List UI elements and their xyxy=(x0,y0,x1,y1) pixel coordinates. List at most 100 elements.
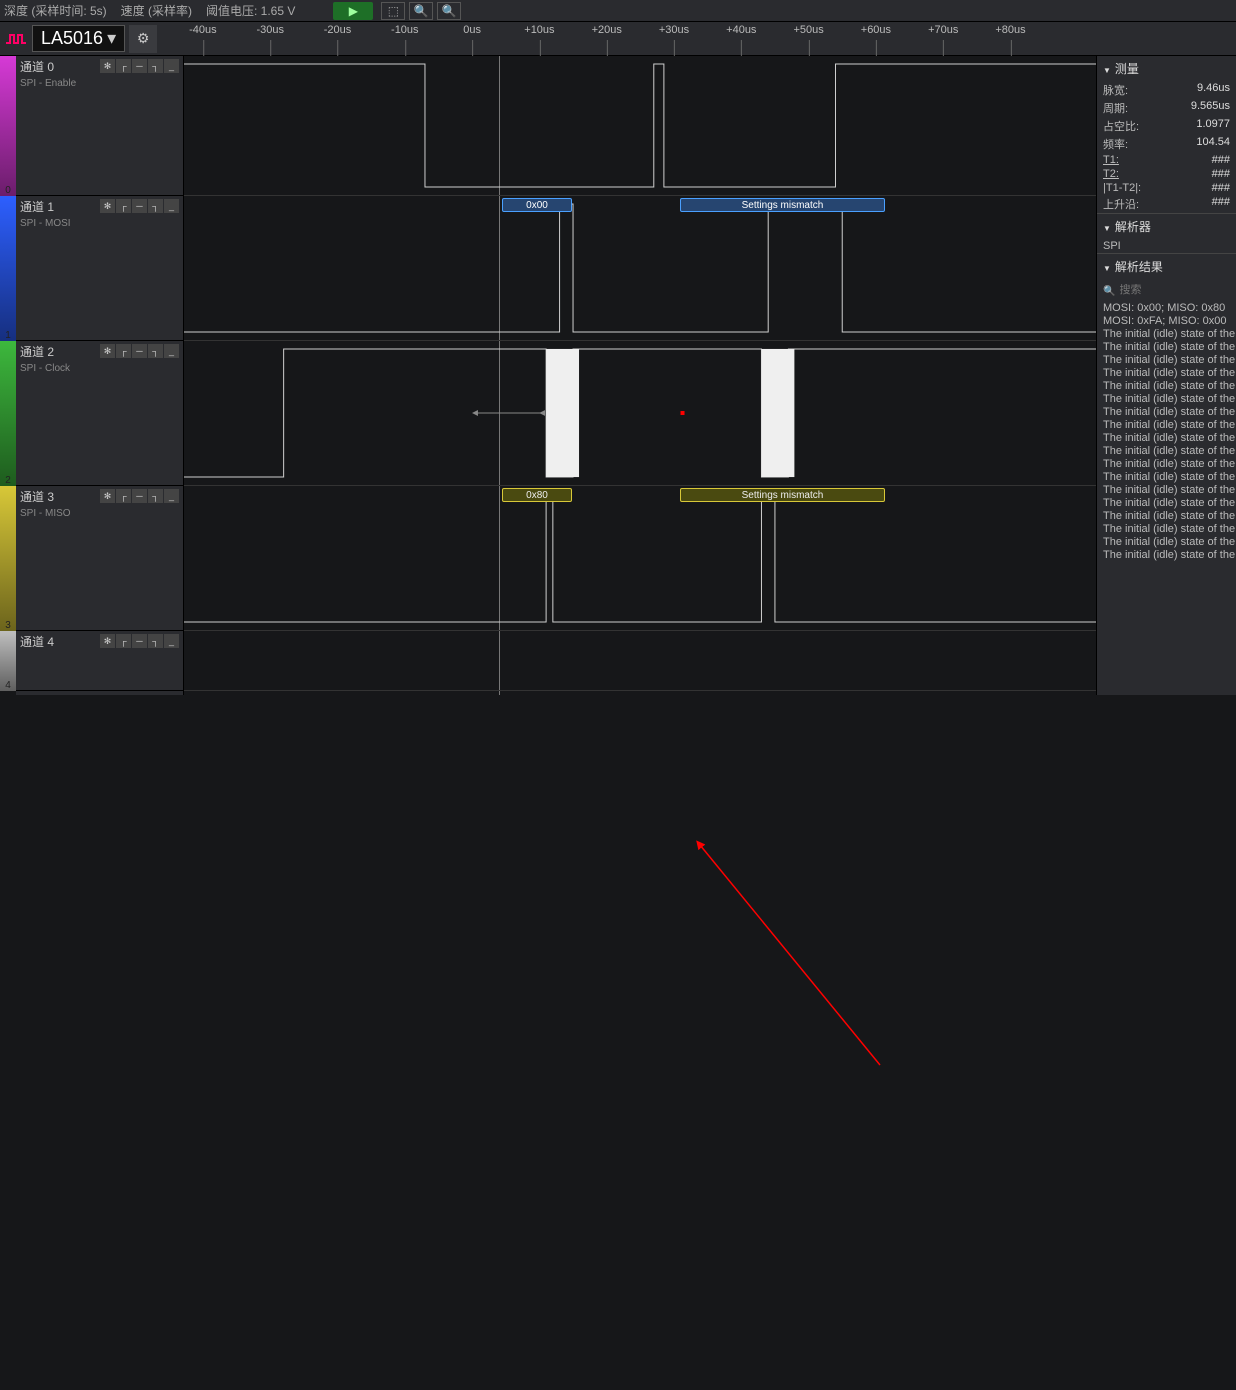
ruler-tick: -10us xyxy=(391,24,419,36)
trigger-low-button[interactable]: _ xyxy=(164,199,179,213)
measure-row[interactable]: T2:### xyxy=(1097,167,1236,181)
trigger-falling-button[interactable]: ┐ xyxy=(148,344,163,358)
result-line[interactable]: The initial (idle) state of the xyxy=(1103,354,1230,366)
trigger-high-button[interactable]: ─ xyxy=(132,59,147,73)
tool-zoom-out-button[interactable]: 🔍 xyxy=(437,2,461,20)
result-line[interactable]: The initial (idle) state of the xyxy=(1103,497,1230,509)
speed-field[interactable]: 速度 (采样率) xyxy=(121,2,192,19)
trigger-falling-button[interactable]: ┐ xyxy=(148,199,163,213)
results-header[interactable]: 解析结果 xyxy=(1097,254,1236,279)
result-line[interactable]: MOSI: 0x00; MISO: 0x80 xyxy=(1103,302,1230,314)
wave-row[interactable] xyxy=(184,631,1096,691)
protocol-label[interactable]: Settings mismatch xyxy=(680,198,885,212)
result-line[interactable]: The initial (idle) state of the xyxy=(1103,484,1230,496)
search-input[interactable] xyxy=(1119,284,1236,296)
trigger-low-button[interactable]: _ xyxy=(164,489,179,503)
wave-row[interactable] xyxy=(184,56,1096,196)
device-selector[interactable]: LA5016 xyxy=(32,25,125,52)
result-line[interactable]: The initial (idle) state of the xyxy=(1103,458,1230,470)
channel-settings-button[interactable]: ✻ xyxy=(100,199,115,213)
wave-row[interactable]: 0x00 Settings mismatch xyxy=(184,196,1096,341)
channel-sidebar: 通道 0 ✻ ┌ ─ ┐ _ SPI - Enable 通道 1 ✻ ┌ ─ ┐… xyxy=(16,56,184,695)
trigger-high-button[interactable]: ─ xyxy=(132,489,147,503)
trigger-falling-button[interactable]: ┐ xyxy=(148,59,163,73)
result-line[interactable]: The initial (idle) state of the xyxy=(1103,445,1230,457)
trigger-rising-button[interactable]: ┌ xyxy=(116,59,131,73)
depth-field[interactable]: 深度 (采样时间: 5s) xyxy=(4,2,107,19)
trigger-low-button[interactable]: _ xyxy=(164,59,179,73)
channel-settings-button[interactable]: ✻ xyxy=(100,489,115,503)
result-line[interactable]: The initial (idle) state of the xyxy=(1103,432,1230,444)
trigger-high-button[interactable]: ─ xyxy=(132,344,147,358)
measure-row[interactable]: 周期:9.565us xyxy=(1097,99,1236,117)
chevron-down-icon xyxy=(103,28,116,49)
measure-row[interactable]: |T1-T2|:### xyxy=(1097,181,1236,195)
protocol-label[interactable]: 0x00 xyxy=(502,198,572,212)
result-line[interactable]: The initial (idle) state of the xyxy=(1103,380,1230,392)
result-line[interactable]: The initial (idle) state of the xyxy=(1103,367,1230,379)
channel-settings-button[interactable]: ✻ xyxy=(100,344,115,358)
channel-name[interactable]: 通道 3 xyxy=(20,488,54,505)
time-ruler[interactable]: -40us-30us-20us-10us0us+10us+20us+30us+4… xyxy=(157,22,1236,56)
annotation-arrow xyxy=(0,695,1236,1390)
run-button[interactable] xyxy=(333,2,373,20)
trigger-rising-button[interactable]: ┌ xyxy=(116,634,131,648)
measure-section: 测量 脉宽:9.46us周期:9.565us占空比:1.0977频率:104.5… xyxy=(1097,56,1236,214)
wave-row[interactable]: 0x80 Settings mismatch xyxy=(184,486,1096,631)
trigger-rising-button[interactable]: ┌ xyxy=(116,344,131,358)
trigger-high-button[interactable]: ─ xyxy=(132,199,147,213)
result-line[interactable]: The initial (idle) state of the xyxy=(1103,406,1230,418)
result-line[interactable]: The initial (idle) state of the xyxy=(1103,341,1230,353)
channel-settings-button[interactable]: ✻ xyxy=(100,634,115,648)
ruler-tick: +60us xyxy=(861,24,891,36)
protocol-label[interactable]: Settings mismatch xyxy=(680,488,885,502)
tool-zoom-in-button[interactable]: 🔍 xyxy=(409,2,433,20)
analyzer-header[interactable]: 解析器 xyxy=(1097,214,1236,239)
channel-settings-button[interactable]: ✻ xyxy=(100,59,115,73)
ruler-tick: +70us xyxy=(928,24,958,36)
tool-select-button[interactable]: ⬚ xyxy=(381,2,405,20)
result-line[interactable]: The initial (idle) state of the xyxy=(1103,536,1230,548)
right-panel: 测量 脉宽:9.46us周期:9.565us占空比:1.0977频率:104.5… xyxy=(1096,56,1236,695)
ruler-tick: +20us xyxy=(592,24,622,36)
measure-row[interactable]: 占空比:1.0977 xyxy=(1097,117,1236,135)
result-line[interactable]: The initial (idle) state of the xyxy=(1103,510,1230,522)
trigger-low-button[interactable]: _ xyxy=(164,344,179,358)
result-line[interactable]: The initial (idle) state of the xyxy=(1103,328,1230,340)
protocol-label[interactable]: 0x80 xyxy=(502,488,572,502)
channel-name[interactable]: 通道 2 xyxy=(20,343,54,360)
trigger-falling-button[interactable]: ┐ xyxy=(148,489,163,503)
waveform-area[interactable]: 0x00 Settings mismatch 0x80 Settings mismat… xyxy=(184,56,1096,695)
device-settings-button[interactable] xyxy=(129,25,157,53)
result-line[interactable]: The initial (idle) state of the xyxy=(1103,523,1230,535)
channel-name[interactable]: 通道 1 xyxy=(20,198,54,215)
analyzer-name[interactable]: SPI xyxy=(1103,240,1121,252)
measure-row[interactable]: 频率:104.54 xyxy=(1097,135,1236,153)
measure-row[interactable]: 上升沿:### xyxy=(1097,195,1236,213)
threshold-field[interactable]: 阈值电压: 1.65 V xyxy=(206,2,295,19)
trigger-high-button[interactable]: ─ xyxy=(132,634,147,648)
result-line[interactable]: MOSI: 0xFA; MISO: 0x00 xyxy=(1103,315,1230,327)
trigger-rising-button[interactable]: ┌ xyxy=(116,199,131,213)
measure-row[interactable]: T1:### xyxy=(1097,153,1236,167)
result-line[interactable]: The initial (idle) state of the xyxy=(1103,471,1230,483)
channel-row: 通道 0 ✻ ┌ ─ ┐ _ SPI - Enable xyxy=(16,56,183,196)
trigger-low-button[interactable]: _ xyxy=(164,634,179,648)
wave-row[interactable] xyxy=(184,341,1096,486)
measure-row[interactable]: 脉宽:9.46us xyxy=(1097,81,1236,99)
result-line[interactable]: The initial (idle) state of the xyxy=(1103,549,1230,561)
channel-name[interactable]: 通道 0 xyxy=(20,58,54,75)
ruler-tick: +80us xyxy=(995,24,1025,36)
trigger-rising-button[interactable]: ┌ xyxy=(116,489,131,503)
results-list[interactable]: MOSI: 0x00; MISO: 0x80MOSI: 0xFA; MISO: … xyxy=(1097,301,1236,561)
channel-stripe: 0 xyxy=(0,56,16,196)
channel-row: 通道 4 ✻ ┌ ─ ┐ _ xyxy=(16,631,183,691)
ruler-tick: +40us xyxy=(726,24,756,36)
measure-header[interactable]: 测量 xyxy=(1097,56,1236,81)
channel-name[interactable]: 通道 4 xyxy=(20,633,54,650)
trigger-falling-button[interactable]: ┐ xyxy=(148,634,163,648)
result-line[interactable]: The initial (idle) state of the xyxy=(1103,393,1230,405)
ruler-tick: -40us xyxy=(189,24,217,36)
result-line[interactable]: The initial (idle) state of the xyxy=(1103,419,1230,431)
results-section: 解析结果 MOSI: 0x00; MISO: 0x80MOSI: 0xFA; M… xyxy=(1097,254,1236,561)
